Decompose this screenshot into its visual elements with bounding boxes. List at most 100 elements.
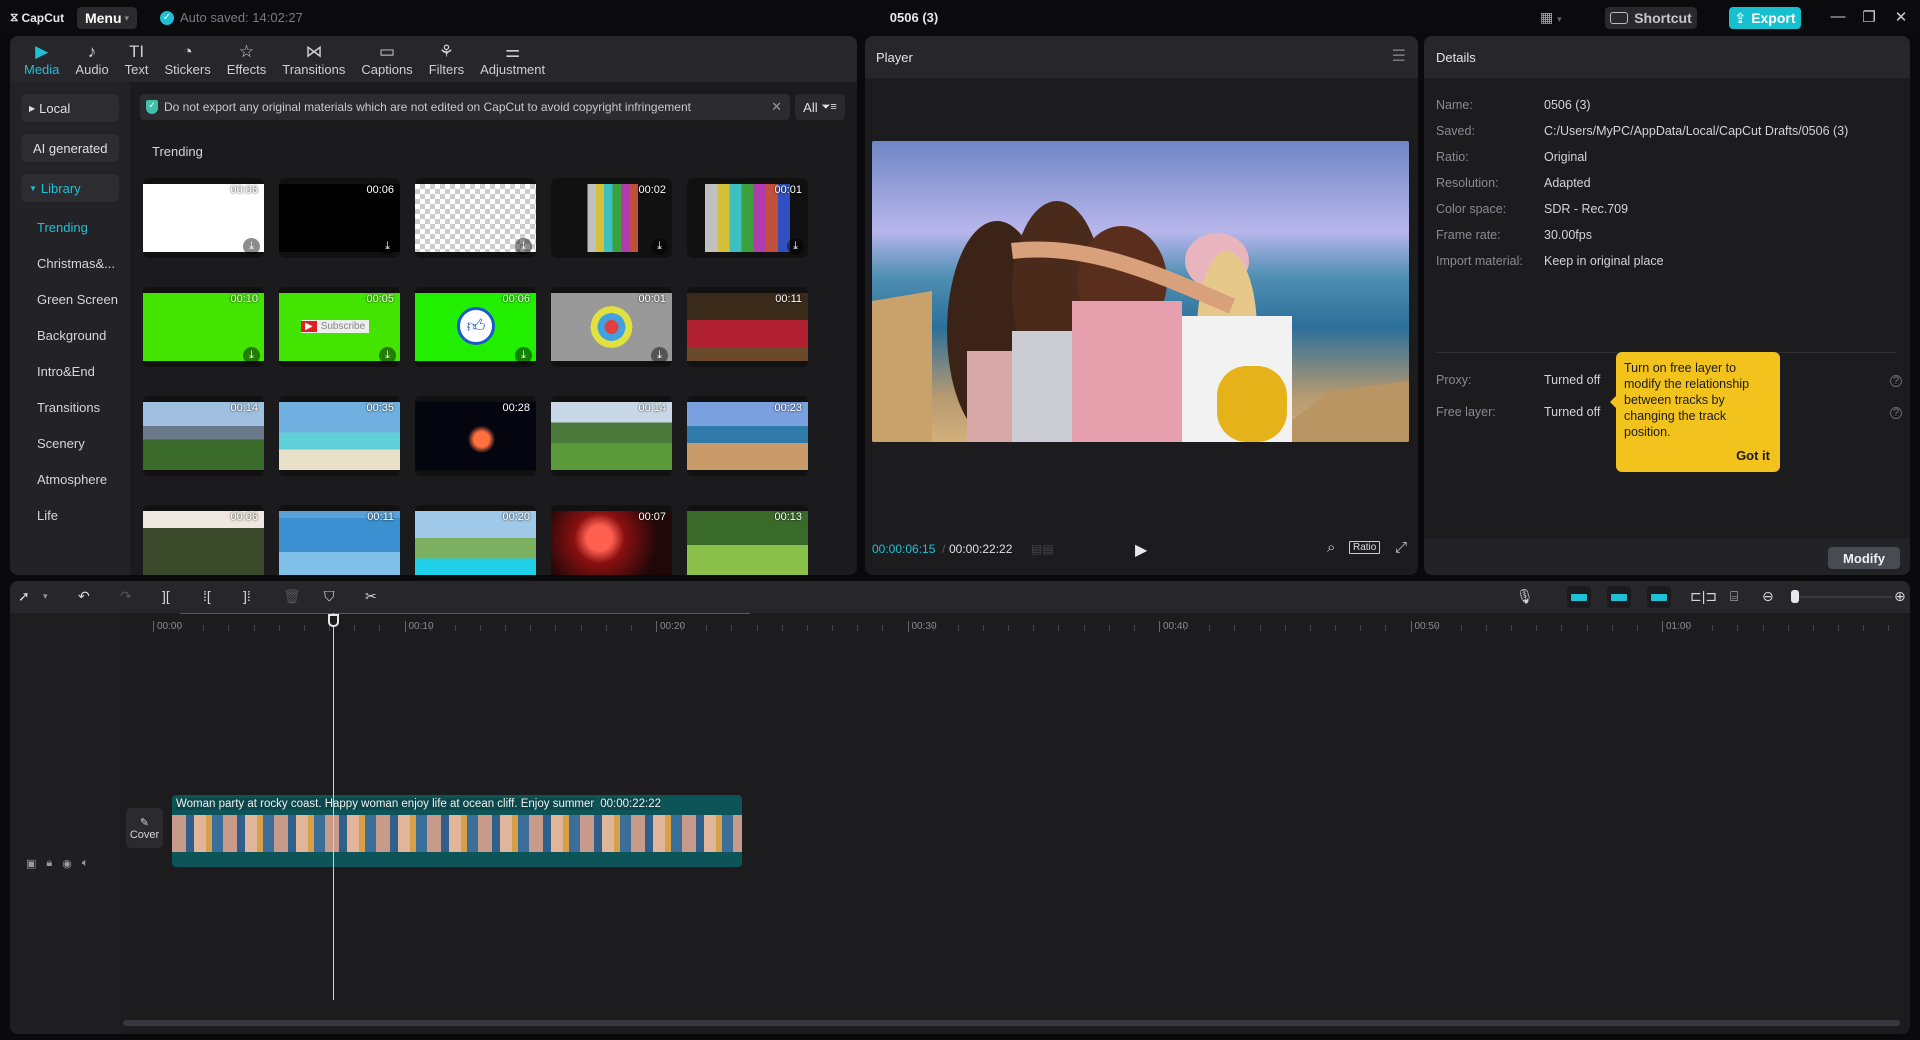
auto-cut-button[interactable]: ✂: [365, 588, 377, 605]
marker-button[interactable]: ⛉: [324, 588, 335, 605]
playhead-line[interactable]: [333, 613, 334, 1000]
minimize-button[interactable]: —: [1828, 8, 1848, 25]
tab-media[interactable]: ▶ Media: [16, 36, 67, 82]
media-thumbnail[interactable]: ▶ Subscribe 00:05 ⤓: [279, 287, 400, 367]
close-notice-icon[interactable]: ✕: [771, 99, 782, 115]
help-icon[interactable]: ?: [1890, 375, 1902, 387]
scissors-audio-icon: ✂: [365, 588, 377, 604]
category-green-screen[interactable]: Green Screen: [37, 292, 118, 307]
zoom-out-button[interactable]: ⊖: [1762, 588, 1774, 605]
zoom-fit-button[interactable]: ⌕: [1327, 539, 1335, 556]
help-icon[interactable]: ?: [1890, 407, 1902, 419]
category-scenery[interactable]: Scenery: [37, 436, 85, 451]
auto-snap-toggle[interactable]: [1607, 586, 1631, 608]
video-preview[interactable]: [872, 141, 1409, 442]
category-intro-end[interactable]: Intro&End: [37, 364, 95, 379]
select-tool-button[interactable]: ➚: [18, 588, 30, 605]
tab-effects[interactable]: ☆ Effects: [219, 36, 275, 82]
category-trending[interactable]: Trending: [37, 220, 88, 235]
zoom-in-button[interactable]: ⊕: [1894, 588, 1906, 605]
media-thumbnail[interactable]: 00:07: [551, 505, 672, 575]
split-button[interactable]: ][: [162, 588, 170, 604]
media-thumbnail[interactable]: 00:01 ⤓: [551, 287, 672, 367]
media-thumbnail[interactable]: 00:10 ⤓: [143, 287, 264, 367]
media-thumbnail[interactable]: 00:11: [279, 505, 400, 575]
download-icon[interactable]: ⤓: [515, 347, 532, 364]
download-icon[interactable]: ⤓: [651, 347, 668, 364]
fullscreen-button[interactable]: ⤢: [1395, 539, 1407, 556]
media-thumbnail[interactable]: 00:06: [143, 505, 264, 575]
tab-transitions[interactable]: ⋈ Transitions: [274, 36, 353, 82]
main-track-magnet-toggle[interactable]: [1567, 586, 1591, 608]
select-dropdown[interactable]: ▾: [43, 591, 48, 602]
category-life[interactable]: Life: [37, 508, 58, 523]
category-christmas[interactable]: Christmas&...: [37, 256, 115, 271]
media-thumbnail[interactable]: 00:01 ⤓: [687, 178, 808, 258]
playhead-handle[interactable]: [328, 614, 339, 627]
media-thumbnail[interactable]: 00:13: [687, 505, 808, 575]
restore-button[interactable]: ❐: [1859, 8, 1879, 26]
volume-icon[interactable]: 🔈︎: [82, 857, 89, 870]
tab-stickers[interactable]: ◔ Stickers: [157, 36, 219, 82]
got-it-button[interactable]: Got it: [1736, 448, 1770, 464]
download-icon[interactable]: ⤓: [379, 347, 396, 364]
tab-audio[interactable]: ♪ Audio: [67, 36, 116, 82]
shortcut-button[interactable]: Shortcut: [1605, 7, 1697, 29]
close-button[interactable]: ✕: [1891, 8, 1911, 26]
media-thumbnail[interactable]: 👍︎ 00:06 ⤓: [415, 287, 536, 367]
tab-captions[interactable]: ▭ Captions: [353, 36, 420, 82]
delete-left-button[interactable]: ⁞[: [203, 588, 211, 604]
download-icon[interactable]: ⤓: [379, 238, 396, 255]
media-thumbnail[interactable]: 00:02 ⤓: [551, 178, 672, 258]
category-transitions[interactable]: Transitions: [37, 400, 100, 415]
media-thumbnail[interactable]: 00:23: [687, 396, 808, 476]
record-audio-button[interactable]: 🎙: [1516, 588, 1534, 605]
sidebar-local[interactable]: ▶ Local: [21, 94, 119, 122]
preview-axis-button[interactable]: ⊏|⊐: [1690, 588, 1717, 605]
cover-button[interactable]: ✎ Cover: [126, 808, 163, 848]
download-icon[interactable]: ⤓: [243, 238, 260, 255]
timeline-horizontal-scrollbar[interactable]: [123, 1020, 1900, 1026]
filter-button[interactable]: All ⏷≡: [795, 94, 845, 120]
delete-right-button[interactable]: ]⁞: [243, 588, 251, 604]
hamburger-menu-icon[interactable]: ☰: [1392, 46, 1406, 66]
download-icon[interactable]: ⤓: [787, 238, 804, 255]
tab-adjustment[interactable]: ⚌ Adjustment: [472, 36, 553, 82]
tab-filters[interactable]: ⚘ Filters: [421, 36, 472, 82]
category-atmosphere[interactable]: Atmosphere: [37, 472, 107, 487]
modify-button[interactable]: Modify: [1828, 547, 1900, 569]
zoom-slider-handle[interactable]: [1791, 590, 1799, 603]
undo-button[interactable]: ↶: [78, 588, 90, 605]
category-background[interactable]: Background: [37, 328, 106, 343]
redo-button[interactable]: ↷: [120, 588, 132, 605]
download-icon[interactable]: ⤓: [515, 238, 532, 255]
ratio-button[interactable]: Ratio: [1349, 541, 1381, 554]
lock-icon[interactable]: 🔒︎: [46, 857, 52, 870]
video-clip[interactable]: Woman party at rocky coast. Happy woman …: [172, 795, 742, 867]
layout-button[interactable]: ▦ ▾: [1540, 9, 1562, 26]
zoom-slider-track[interactable]: [1792, 596, 1892, 598]
linkage-toggle[interactable]: [1647, 586, 1671, 608]
play-button[interactable]: ▶: [1135, 540, 1147, 560]
zoom-to-fit-button[interactable]: ⌸: [1730, 588, 1738, 605]
media-thumbnail[interactable]: 00:14: [551, 396, 672, 476]
export-button[interactable]: ⇪ Export: [1729, 7, 1801, 29]
sidebar-library[interactable]: ▼ Library: [21, 174, 119, 202]
eye-icon[interactable]: ◉: [62, 857, 72, 870]
media-thumbnail[interactable]: 00:20: [415, 505, 536, 575]
media-thumbnail[interactable]: 00:28: [415, 396, 536, 476]
tab-text[interactable]: TI Text: [117, 36, 157, 82]
track-thumbnail-icon[interactable]: ▣: [26, 857, 36, 870]
media-thumbnail[interactable]: 00:06 ⤓: [143, 178, 264, 258]
media-thumbnail[interactable]: 00:35: [279, 396, 400, 476]
sidebar-ai-generated[interactable]: AI generated: [21, 134, 119, 162]
audio-meter-icon: ▤▤: [1031, 542, 1054, 556]
download-icon[interactable]: ⤓: [651, 238, 668, 255]
delete-button[interactable]: 🗑: [283, 588, 301, 605]
download-icon[interactable]: ⤓: [243, 347, 260, 364]
media-thumbnail[interactable]: ⤓: [415, 178, 536, 258]
media-thumbnail[interactable]: 00:06 ⤓: [279, 178, 400, 258]
media-thumbnail[interactable]: 00:11: [687, 287, 808, 367]
timeline-ruler[interactable]: 00:00 00:10 00:20 00:30 00:40 00:50 01:00: [120, 613, 1910, 637]
media-thumbnail[interactable]: 00:14: [143, 396, 264, 476]
